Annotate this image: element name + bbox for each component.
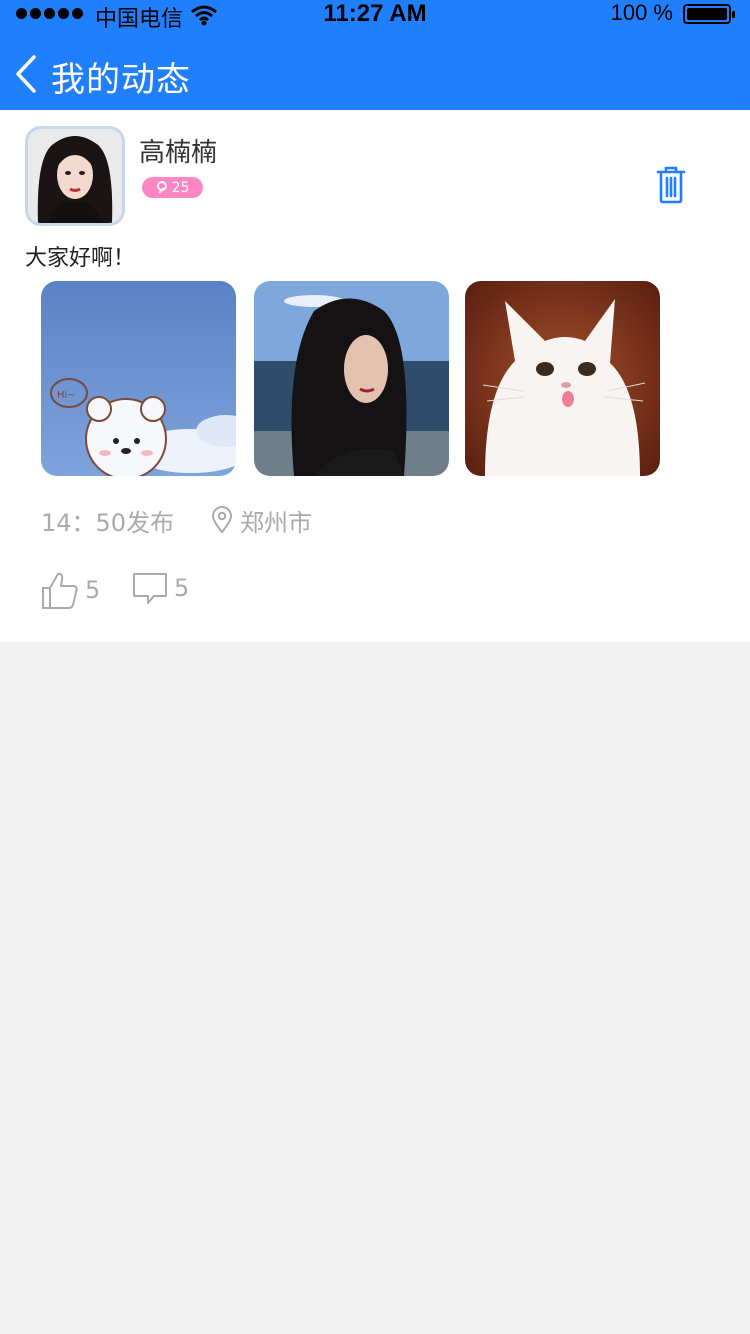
publish-time: 14：50发布 (41, 509, 175, 537)
page-title: 我的动态 (51, 60, 191, 100)
comment-button[interactable]: 5 (132, 570, 189, 606)
post-image-portrait[interactable] (254, 281, 449, 476)
trash-icon (656, 166, 686, 204)
username: 高楠楠 (139, 138, 218, 168)
battery-icon (683, 4, 735, 24)
post-image-cat[interactable] (465, 281, 660, 476)
thumbs-up-icon (42, 572, 78, 609)
chevron-left-icon (16, 55, 36, 93)
location-label: 郑州市 (240, 509, 312, 537)
delete-button[interactable] (653, 164, 689, 204)
like-count: 5 (85, 576, 101, 604)
battery-percent: 100 % (610, 0, 673, 25)
nav-bar: 我的动态 (0, 40, 750, 110)
comment-count: 5 (174, 574, 190, 602)
location-pin-icon (211, 506, 233, 534)
comment-icon (133, 573, 167, 604)
post-image-bear[interactable]: Hi~ (41, 281, 236, 476)
status-bar: 中国电信 11:27 AM 100 % (0, 0, 750, 32)
gender-age-badge: 25 (142, 177, 203, 198)
avatar[interactable] (25, 126, 125, 226)
like-button[interactable]: 5 (41, 570, 100, 610)
app-header: 中国电信 11:27 AM 100 % 我的动态 (0, 0, 750, 110)
age-label: 25 (171, 179, 190, 196)
post-card: 高楠楠 25 大家好啊！ Hi~ 14：50发布 郑州市 5 5 (0, 110, 750, 642)
female-icon (156, 180, 167, 194)
post-text: 大家好啊！ (25, 246, 136, 271)
back-button[interactable] (10, 54, 44, 94)
svg-text:Hi~: Hi~ (57, 390, 76, 401)
